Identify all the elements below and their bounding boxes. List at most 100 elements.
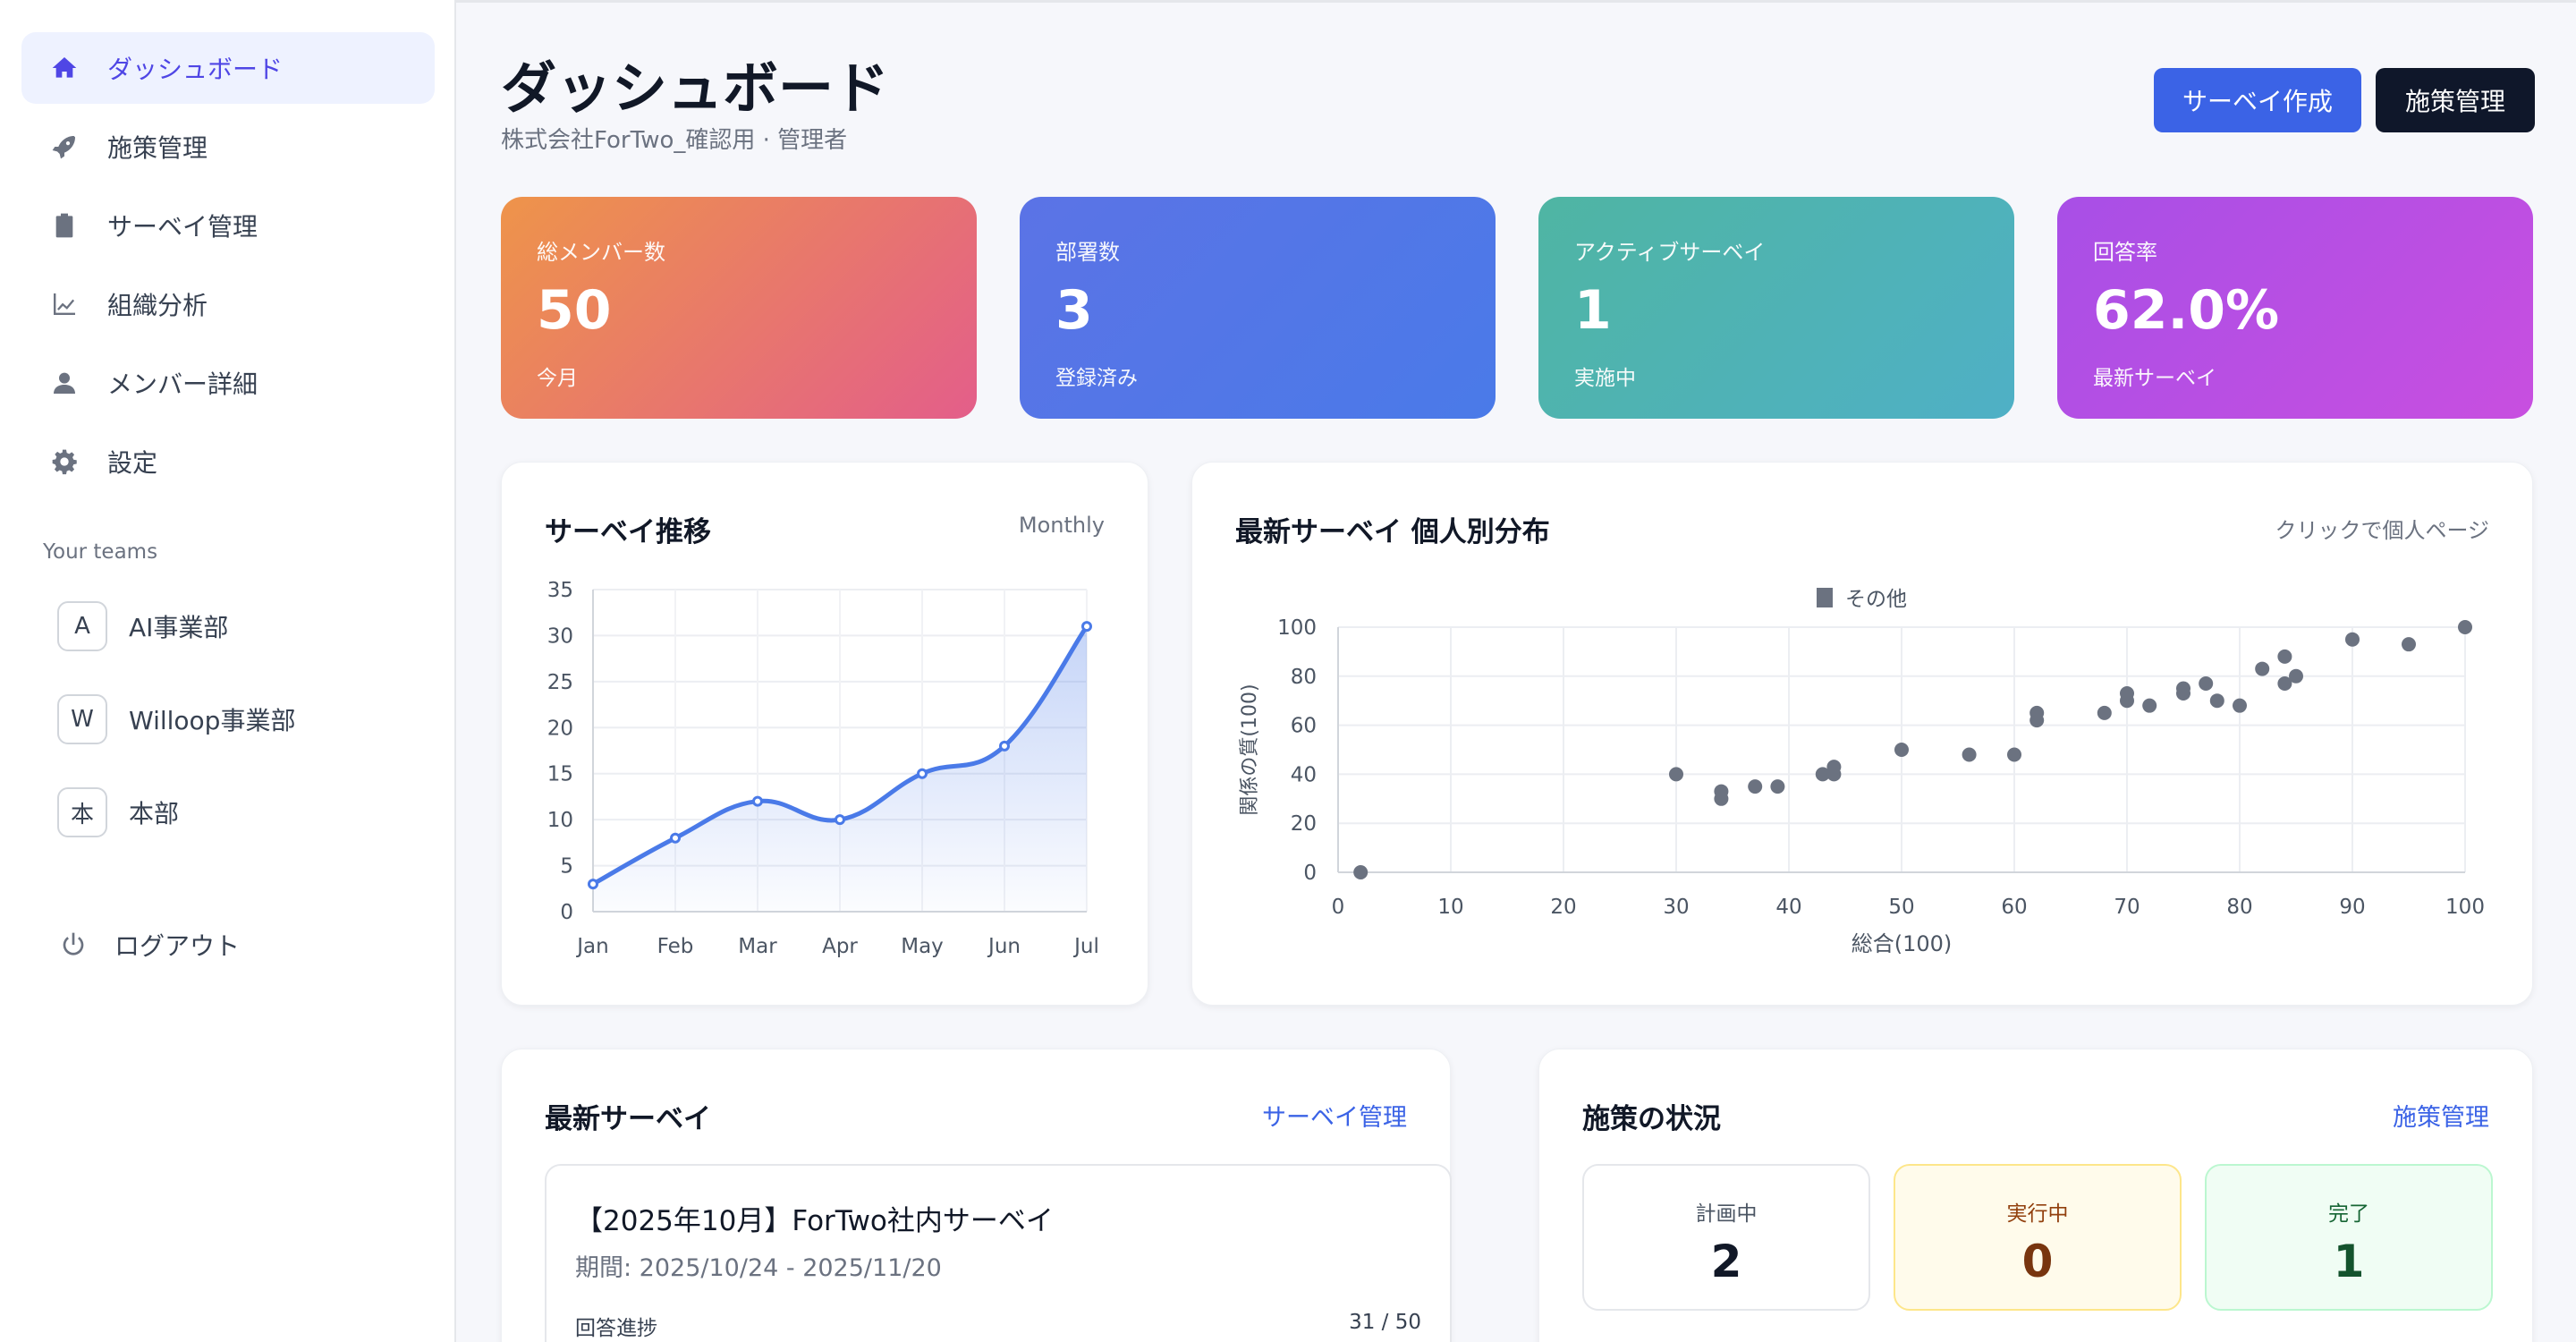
measures-link[interactable]: 施策管理 — [2393, 1098, 2489, 1133]
home-icon — [48, 52, 80, 84]
stat-label: 回答率 — [2093, 240, 2157, 265]
sidebar-item-label: メンバー詳細 — [107, 369, 258, 399]
data-point — [2289, 668, 2303, 684]
x-tick-label: Jul — [1072, 935, 1099, 958]
status-value: 1 — [2333, 1236, 2365, 1287]
stat-card-members: 総メンバー数 50 今月 — [501, 197, 977, 419]
teams-list: A AI事業部 W Willoop事業部 本 本部 — [57, 601, 295, 880]
survey-trend-chart: 0 5 10 15 20 25 30 35 Jan Feb Mar Apr May Jun Jul — [547, 579, 1099, 958]
team-badge: W — [57, 694, 107, 744]
sidebar-item-analytics[interactable]: 組織分析 — [21, 268, 435, 340]
stat-label: アクティブサーベイ — [1574, 240, 1766, 265]
x-tick-label: Mar — [738, 935, 777, 958]
data-point — [2199, 676, 2214, 692]
data-point — [2277, 649, 2292, 664]
survey-name: 【2025年10月】ForTwo社内サーベイ — [575, 1205, 1054, 1237]
x-tick-label: 20 — [1550, 896, 1576, 919]
stat-sub: 実施中 — [1574, 367, 1636, 390]
survey-trend-panel: サーベイ推移 Monthly 0 5 10 15 20 25 30 35 Jan Feb Mar Ap… — [501, 462, 1148, 1006]
panel-title: 最新サーベイ — [545, 1103, 711, 1135]
data-point — [2255, 661, 2270, 676]
x-tick-label: 100 — [2445, 896, 2485, 919]
stat-card-departments: 部署数 3 登録済み — [1020, 197, 1496, 419]
sidebar-item-survey[interactable]: サーベイ管理 — [21, 190, 435, 261]
team-item-headquarters[interactable]: 本 本部 — [57, 787, 295, 837]
team-item-willoop[interactable]: W Willoop事業部 — [57, 694, 295, 744]
survey-management-link[interactable]: サーベイ管理 — [1262, 1098, 1407, 1133]
x-tick-label: 0 — [1332, 896, 1345, 919]
stat-sub: 最新サーベイ — [2093, 367, 2216, 390]
data-point — [1669, 767, 1683, 782]
team-name: 本部 — [129, 799, 180, 828]
x-tick-label: 70 — [2114, 896, 2140, 919]
y-axis-label: 関係の質(100) — [1239, 684, 1261, 815]
logout-button[interactable]: ログアウト — [57, 927, 240, 963]
power-icon — [57, 929, 89, 961]
sidebar-item-measures[interactable]: 施策管理 — [21, 111, 435, 183]
x-tick-label: Jun — [987, 935, 1021, 958]
x-tick-label: 90 — [2339, 896, 2365, 919]
status-label: 実行中 — [2006, 1202, 2069, 1226]
stat-label: 部署数 — [1055, 240, 1120, 265]
status-value: 0 — [2021, 1236, 2054, 1287]
create-survey-button[interactable]: サーベイ作成 — [2154, 68, 2361, 132]
data-point — [1353, 865, 1368, 879]
data-point — [1826, 760, 1842, 775]
data-point — [2176, 681, 2190, 696]
y-tick-label: 60 — [1291, 715, 1317, 738]
data-point — [1894, 743, 1909, 757]
sidebar-item-label: 組織分析 — [107, 291, 208, 320]
y-tick-label: 5 — [560, 855, 573, 879]
sidebar-item-dashboard[interactable]: ダッシュボード — [21, 32, 435, 104]
y-tick-label: 30 — [547, 624, 573, 648]
data-point — [2029, 705, 2045, 720]
y-tick-label: 80 — [1291, 666, 1317, 689]
legend-label: その他 — [1845, 588, 1907, 611]
y-tick-label: 10 — [547, 809, 573, 832]
stat-sub: 今月 — [537, 367, 578, 390]
x-tick-label: Apr — [822, 935, 858, 958]
sidebar-nav: ダッシュボード 施策管理 サーベイ管理 組織分析 メンバー詳細 設定 — [21, 32, 435, 505]
sidebar-item-label: 設定 — [107, 448, 158, 478]
latest-survey-panel: 最新サーベイ サーベイ管理 【2025年10月】ForTwo社内サーベイ 期間:… — [501, 1049, 1452, 1342]
status-planned[interactable]: 計画中 2 — [1582, 1164, 1870, 1311]
y-tick-label: 100 — [1277, 616, 1317, 640]
data-point — [2345, 632, 2360, 647]
team-badge: 本 — [57, 787, 107, 837]
measures-button[interactable]: 施策管理 — [2376, 68, 2535, 132]
page-subtitle: 株式会社ForTwo_確認用 · 管理者 — [501, 127, 848, 154]
status-done[interactable]: 完了 1 — [2205, 1164, 2493, 1311]
data-point — [2402, 637, 2416, 652]
data-point — [2458, 620, 2472, 634]
y-tick-label: 20 — [1291, 812, 1317, 836]
status-value: 2 — [1710, 1236, 1742, 1287]
sidebar-item-label: 施策管理 — [107, 133, 208, 163]
teams-heading: Your teams — [43, 540, 158, 564]
y-tick-label: 35 — [547, 579, 573, 602]
sidebar-item-members[interactable]: メンバー詳細 — [21, 347, 435, 419]
x-axis-label: 総合(100) — [1852, 931, 1953, 956]
progress-label: 回答進捗 — [575, 1317, 657, 1340]
team-name: Willoop事業部 — [129, 706, 296, 735]
data-point — [1770, 779, 1785, 794]
stat-value: 1 — [1574, 279, 1612, 342]
data-point — [2007, 747, 2021, 762]
x-tick-label: Jan — [575, 935, 608, 958]
status-in-progress[interactable]: 実行中 0 — [1894, 1164, 2182, 1311]
stat-value: 62.0% — [2093, 279, 2280, 342]
sidebar-item-settings[interactable]: 設定 — [21, 426, 435, 497]
x-tick-label: 60 — [2001, 896, 2027, 919]
data-point — [999, 740, 1010, 752]
team-item-ai[interactable]: A AI事業部 — [57, 601, 295, 651]
stat-value: 3 — [1055, 279, 1093, 342]
measures-status-panel: 施策の状況 施策管理 計画中 2 実行中 0 完了 1 — [1538, 1049, 2533, 1342]
distribution-scatter-chart: その他 0 20 40 60 80 100 0 10 20 30 40 50 60 70 80 90 100 総合(… — [1239, 588, 2485, 956]
y-tick-label: 20 — [547, 717, 573, 740]
team-badge: A — [57, 601, 107, 651]
x-tick-label: 10 — [1437, 896, 1463, 919]
data-point — [2097, 705, 2112, 720]
survey-card[interactable]: 【2025年10月】ForTwo社内サーベイ 期間: 2025/10/24 - … — [545, 1164, 1452, 1342]
stat-label: 総メンバー数 — [537, 240, 665, 265]
user-icon — [48, 367, 80, 399]
logout-label: ログアウト — [114, 931, 241, 961]
